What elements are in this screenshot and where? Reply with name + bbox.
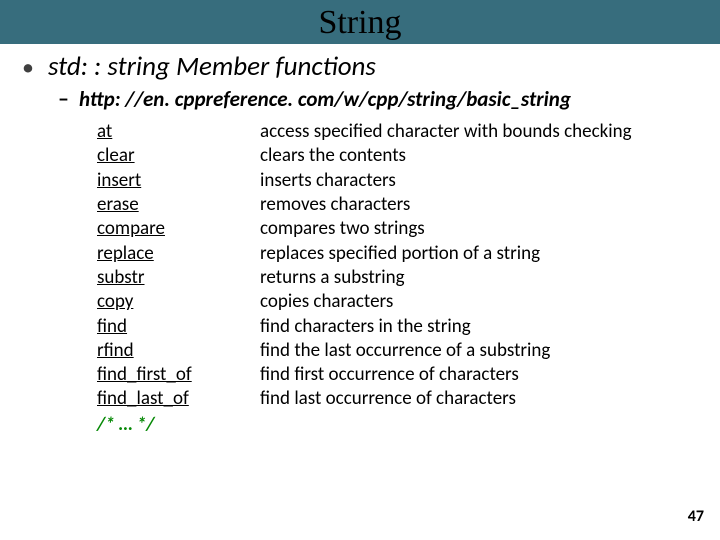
title-bar: String [0,0,720,44]
function-row: substrreturns a substring [97,266,708,290]
function-row: findfind characters in the string [97,315,708,339]
function-row: clearclears the contents [97,144,708,168]
dash-icon: – [58,85,69,112]
function-description: replaces specified portion of a string [260,242,540,266]
function-name-link[interactable]: at [97,120,260,144]
function-name-link[interactable]: replace [97,242,260,266]
function-row: insertinserts characters [97,169,708,193]
sub-bullet: – http: //en. cppreference. com/w/cpp/st… [58,85,708,112]
function-row: find_first_offind first occurrence of ch… [97,363,708,387]
function-name-link[interactable]: compare [97,217,260,241]
function-name-link[interactable]: substr [97,266,260,290]
bullet-text: std: : string Member functions [48,50,376,83]
content-area: • std: : string Member functions – http:… [0,44,720,436]
function-description: find last occurrence of characters [260,387,516,411]
function-description: copies characters [260,290,393,314]
function-name-link[interactable]: rfind [97,339,260,363]
function-name-link[interactable]: clear [97,144,260,168]
bullet-icon: • [22,56,34,80]
function-row: comparecompares two strings [97,217,708,241]
function-description: removes characters [260,193,410,217]
function-row: eraseremoves characters [97,193,708,217]
function-name-link[interactable]: erase [97,193,260,217]
function-name-link[interactable]: copy [97,290,260,314]
ellipsis-comment: /* … */ [97,413,708,436]
function-description: find characters in the string [260,315,471,339]
slide-title: String [0,4,720,42]
function-description: clears the contents [260,144,406,168]
function-name-link[interactable]: find [97,315,260,339]
bullet-main: • std: : string Member functions [22,50,708,83]
function-row: copycopies characters [97,290,708,314]
function-row: ataccess specified character with bounds… [97,120,708,144]
reference-link[interactable]: http: //en. cppreference. com/w/cpp/stri… [79,86,571,112]
function-list: ataccess specified character with bounds… [97,120,708,436]
function-row: rfindfind the last occurrence of a subst… [97,339,708,363]
function-description: access specified character with bounds c… [260,120,632,144]
function-row: find_last_offind last occurrence of char… [97,387,708,411]
function-description: inserts characters [260,169,396,193]
function-description: find first occurrence of characters [260,363,519,387]
page-number: 47 [688,507,704,526]
function-name-link[interactable]: find_last_of [97,387,260,411]
function-name-link[interactable]: find_first_of [97,363,260,387]
function-description: returns a substring [260,266,405,290]
function-name-link[interactable]: insert [97,169,260,193]
function-description: compares two strings [260,217,425,241]
function-description: find the last occurrence of a substring [260,339,550,363]
function-row: replacereplaces specified portion of a s… [97,242,708,266]
